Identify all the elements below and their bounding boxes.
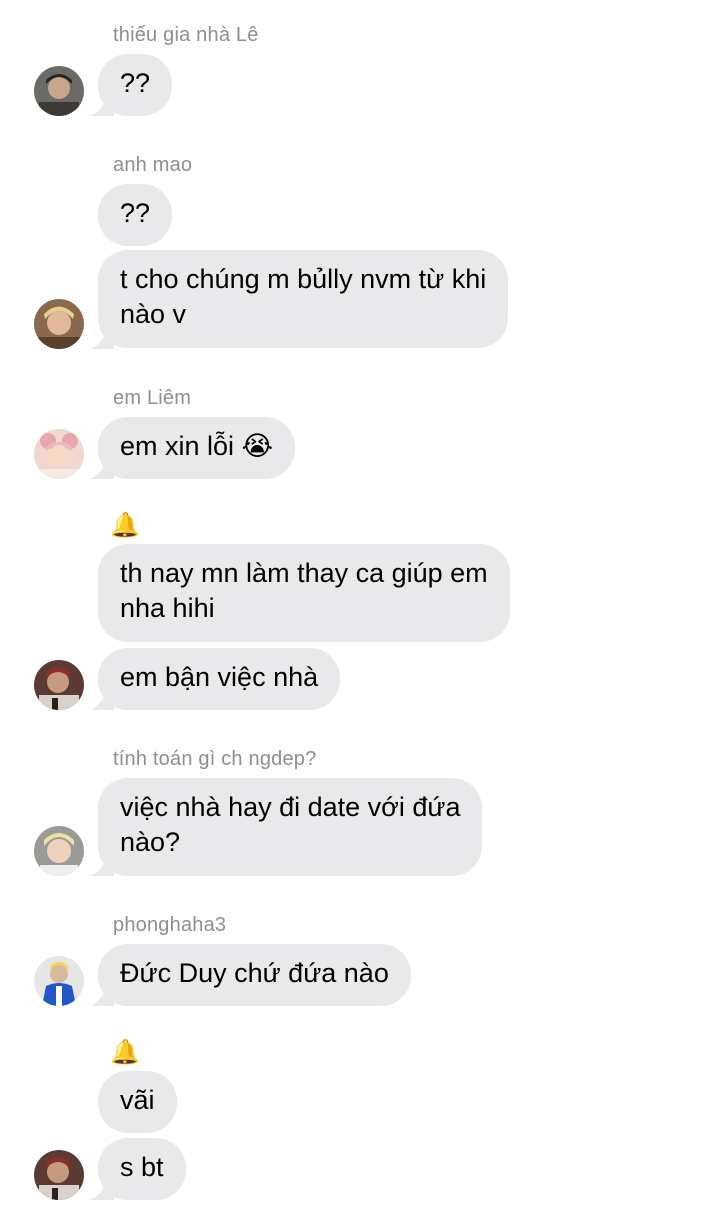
message-bubble[interactable]: t cho chúng m bủlly nvm từ khi nào v (98, 250, 509, 348)
avatar[interactable] (34, 826, 84, 876)
bell-icon: 🔔 (110, 512, 140, 539)
sender-name: phonghaha3 (113, 914, 227, 936)
avatar[interactable] (34, 1150, 84, 1200)
sender-name: anh mao (113, 154, 193, 176)
avatar[interactable] (34, 299, 84, 349)
message-bubble[interactable]: em bận việc nhà (98, 648, 341, 710)
avatar[interactable] (34, 956, 84, 1006)
sender-name: em Liêm (113, 387, 192, 409)
bell-icon: 🔔 (110, 1039, 140, 1066)
message-bubble[interactable]: em xin lỗi 😭 (98, 417, 296, 479)
avatar[interactable] (34, 429, 84, 479)
sender-name: tính toán gì ch ngdep? (113, 748, 317, 770)
sender-name: thiếu gia nhà Lê (113, 24, 259, 46)
chat-screen: { "messages": [ {"sender": "thiếu gia nh… (0, 0, 720, 1222)
message-bubble[interactable]: vãi (98, 1071, 177, 1133)
avatar[interactable] (34, 66, 84, 116)
message-bubble[interactable]: th nay mn làm thay ca giúp em nha hihi (98, 544, 510, 642)
message-bubble[interactable]: việc nhà hay đi date với đứa nào? (98, 778, 483, 876)
message-bubble[interactable]: ?? (98, 184, 173, 246)
message-bubble[interactable]: s bt (98, 1138, 186, 1200)
message-bubble[interactable]: Đức Duy chứ đứa nào (98, 944, 411, 1006)
avatar[interactable] (34, 660, 84, 710)
message-bubble[interactable]: ?? (98, 54, 173, 116)
